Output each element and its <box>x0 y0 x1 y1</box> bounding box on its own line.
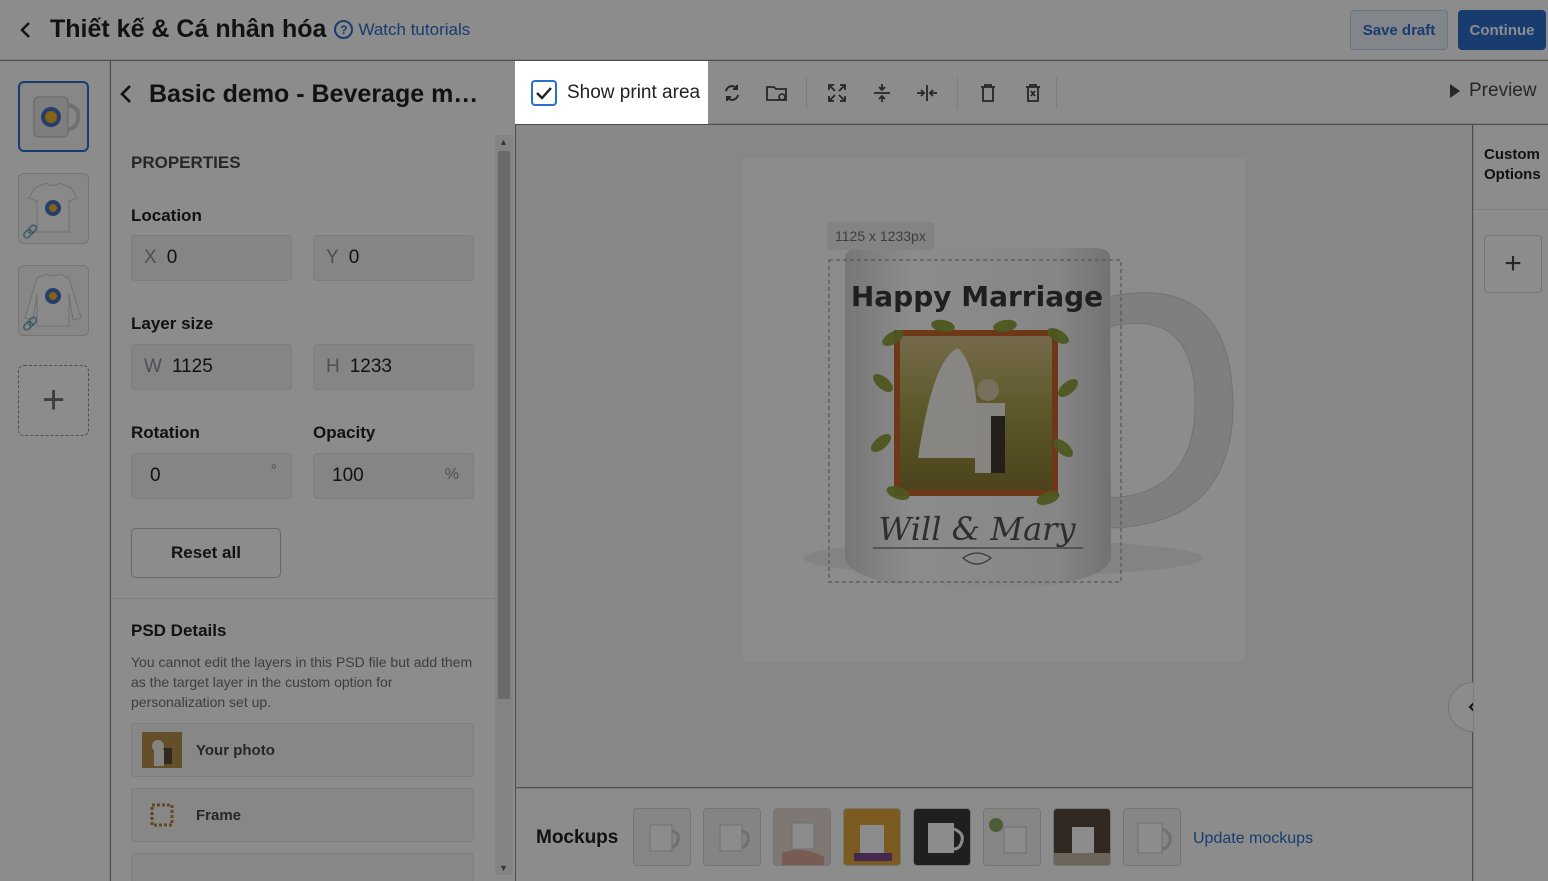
align-vertical-center-icon[interactable] <box>869 80 895 106</box>
mug-text-bottom: Will & Mary <box>878 510 1076 548</box>
product-thumb-mug[interactable] <box>18 81 89 152</box>
mug-thumbnail-icon <box>33 96 81 138</box>
play-icon <box>1450 84 1460 98</box>
save-draft-button[interactable]: Save draft <box>1350 10 1448 50</box>
y-prefix: Y <box>326 247 339 268</box>
properties-panel: Basic demo - Beverage mu... PROPERTIES L… <box>111 61 515 881</box>
h-prefix: H <box>326 356 340 377</box>
mockups-title: Mockups <box>536 827 619 848</box>
link-icon: 🔗 <box>22 316 39 331</box>
custom-options-title: Custom Options <box>1484 146 1541 183</box>
mockup-thumb[interactable] <box>983 808 1041 866</box>
artboard: Happy Marriage Will & Mary <box>743 158 1245 661</box>
mockup-thumb[interactable] <box>1053 808 1111 866</box>
delete-all-icon[interactable] <box>1020 80 1046 106</box>
design-canvas[interactable]: Happy Marriage Will & Mary 1125 x 1233px <box>516 125 1498 787</box>
mockup-thumb[interactable] <box>633 808 691 866</box>
mockup-thumb[interactable] <box>913 808 971 866</box>
properties-header: Basic demo - Beverage mu... <box>111 61 515 127</box>
x-value: 0 <box>166 247 178 268</box>
mockup-thumb[interactable] <box>843 808 901 866</box>
watch-tutorials-link[interactable]: ? Watch tutorials <box>334 20 470 40</box>
psd-layer-your-photo[interactable]: Your photo <box>131 723 474 777</box>
layer-label: Frame <box>196 806 242 824</box>
height-input[interactable]: H 1233 <box>313 344 474 390</box>
watch-tutorials-label: Watch tutorials <box>358 19 471 39</box>
y-value: 0 <box>348 247 360 268</box>
add-custom-option-button[interactable]: + <box>1484 235 1542 293</box>
custom-options-panel: Custom Options + <box>1473 125 1548 881</box>
x-input[interactable]: X 0 <box>131 235 292 281</box>
rotation-value: 0 <box>150 465 161 486</box>
divider <box>1474 209 1548 210</box>
mockup-thumb[interactable] <box>1123 808 1181 866</box>
layer-label: Your photo <box>196 741 275 759</box>
scroll-up-icon: ▲ <box>499 137 508 147</box>
frame-layer-icon <box>142 797 182 833</box>
psd-description: You cannot edit the layers in this PSD f… <box>131 654 473 710</box>
y-input[interactable]: Y 0 <box>313 235 474 281</box>
top-bar: Thiết kế & Cá nhân hóa ? Watch tutorials… <box>0 0 1548 60</box>
product-thumbnails: 🔗 🔗 + <box>0 61 110 881</box>
width-input[interactable]: W 1125 <box>131 344 292 390</box>
psd-layer-partial[interactable] <box>131 853 474 881</box>
product-thumb-tshirt[interactable]: 🔗 <box>18 173 89 244</box>
show-print-area-label: Show print area <box>567 81 701 103</box>
psd-layer-frame[interactable]: Frame <box>131 788 474 842</box>
preview-label: Preview <box>1469 80 1537 101</box>
plus-icon: + <box>41 378 66 422</box>
properties-scrollbar[interactable]: ▲ ▼ <box>495 135 513 875</box>
page-title: Thiết kế & Cá nhân hóa <box>50 15 327 43</box>
opacity-input[interactable]: 100 % <box>313 453 474 499</box>
chevron-left-icon[interactable] <box>117 83 135 105</box>
x-prefix: X <box>144 247 157 268</box>
properties-title: PROPERTIES <box>131 153 241 172</box>
link-icon: 🔗 <box>22 224 39 239</box>
checkmark-icon <box>536 86 552 100</box>
w-value: 1125 <box>171 356 213 377</box>
rotation-label: Rotation <box>131 423 200 442</box>
mockups-bar: Mockups Update mockups <box>516 788 1472 881</box>
update-mockups-link[interactable]: Update mockups <box>1193 830 1313 848</box>
psd-details-title: PSD Details <box>131 621 227 640</box>
mug-mockup-image: Happy Marriage Will & Mary <box>803 248 1234 590</box>
back-button[interactable] <box>0 0 52 60</box>
delete-icon[interactable] <box>975 80 1001 106</box>
add-product-button[interactable]: + <box>18 365 89 436</box>
align-horizontal-center-icon[interactable] <box>914 80 940 106</box>
fit-to-area-icon[interactable] <box>824 80 850 106</box>
layer-size-label: Layer size <box>131 314 214 333</box>
plus-icon: + <box>1504 247 1522 280</box>
opacity-value: 100 <box>332 465 364 486</box>
preview-button[interactable]: Preview <box>1450 80 1537 102</box>
show-print-area-checkbox[interactable] <box>531 79 557 106</box>
dimension-label: 1125 x 1233px <box>827 222 934 250</box>
continue-button[interactable]: Continue <box>1458 10 1546 50</box>
rotation-input[interactable]: 0 ° <box>131 453 292 499</box>
photo-layer-icon <box>142 732 182 768</box>
location-label: Location <box>131 206 202 225</box>
mockup-thumb[interactable] <box>703 808 761 866</box>
scroll-down-icon: ▼ <box>499 863 508 873</box>
rotation-unit: ° <box>270 462 277 479</box>
help-icon: ? <box>334 20 354 39</box>
reset-all-button[interactable]: Reset all <box>131 528 281 578</box>
mockup-thumb[interactable] <box>773 808 831 866</box>
opacity-label: Opacity <box>313 423 376 442</box>
folder-replace-icon[interactable] <box>764 80 790 106</box>
chevron-left-icon <box>20 21 30 38</box>
replace-icon[interactable] <box>719 80 745 106</box>
opacity-unit: % <box>444 466 459 483</box>
show-print-area-toggle[interactable]: Show print area <box>515 61 708 124</box>
mug-text-top: Happy Marriage <box>851 280 1103 313</box>
product-name: Basic demo - Beverage mu... <box>149 79 489 108</box>
product-thumb-longsleeve[interactable]: 🔗 <box>18 265 89 336</box>
divider <box>111 598 495 599</box>
w-prefix: W <box>144 356 162 377</box>
h-value: 1233 <box>349 356 393 377</box>
scrollbar-thumb[interactable] <box>498 151 510 699</box>
